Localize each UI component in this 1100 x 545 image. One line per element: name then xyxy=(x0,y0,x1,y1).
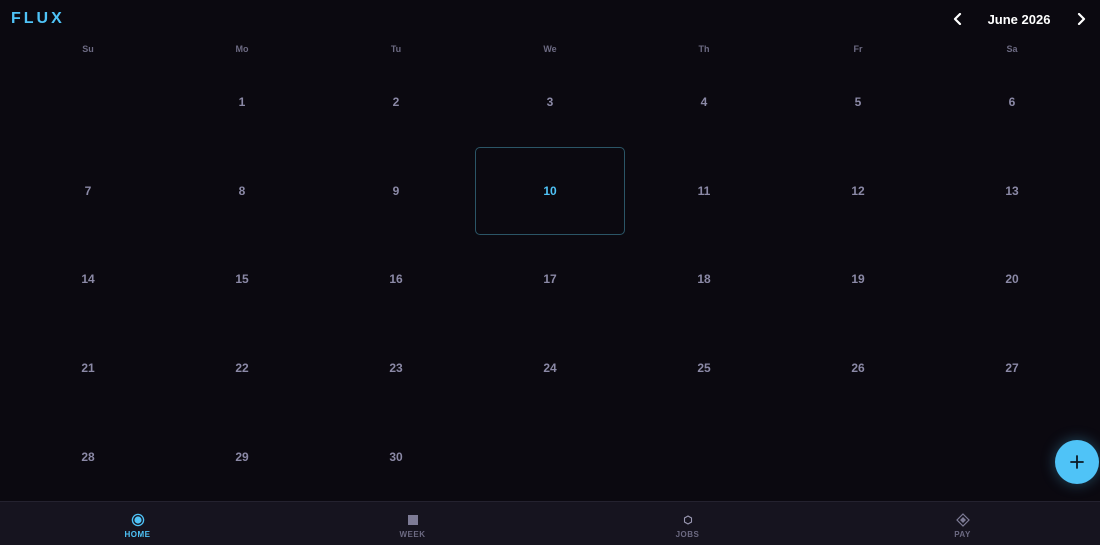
nav-label: WEEK xyxy=(399,530,426,539)
calendar-grid: 1 2 3 4 5 6 7 8 9 10 11 12 13 14 15 16 17 18 19 20 21 22 23 24 2… xyxy=(11,58,1089,501)
square-icon xyxy=(406,513,420,527)
day-number: 6 xyxy=(1008,95,1016,110)
day-number: 23 xyxy=(389,361,403,376)
day-cell[interactable]: 29 xyxy=(165,412,319,501)
nav-label: HOME xyxy=(124,530,151,539)
day-cell[interactable]: 3 xyxy=(473,58,627,147)
target-icon xyxy=(131,513,145,527)
day-number: 29 xyxy=(235,449,249,464)
day-number: 27 xyxy=(1005,361,1019,376)
empty-day-cell xyxy=(781,412,935,501)
day-cell[interactable]: 17 xyxy=(473,235,627,324)
chevron-left-icon xyxy=(953,13,961,25)
day-number: 14 xyxy=(81,272,95,287)
day-number: 13 xyxy=(1005,183,1019,198)
day-cell[interactable]: 16 xyxy=(319,235,473,324)
plus-icon xyxy=(1070,455,1084,469)
day-cell[interactable]: 5 xyxy=(781,58,935,147)
day-cell[interactable]: 8 xyxy=(165,147,319,236)
day-cell[interactable]: 15 xyxy=(165,235,319,324)
add-button[interactable] xyxy=(1055,440,1099,484)
prev-month-button[interactable] xyxy=(948,8,966,30)
chevron-right-icon xyxy=(1077,13,1085,25)
weekday-label: Fr xyxy=(853,44,863,54)
day-cell[interactable]: 12 xyxy=(781,147,935,236)
day-number: 28 xyxy=(81,449,95,464)
day-number: 26 xyxy=(851,361,865,376)
month-title: June 2026 xyxy=(987,11,1051,27)
weekday-label: We xyxy=(543,44,557,54)
calendar-app: FLUX June 2026 Su Mo Tu We Th Fr Sa 1234… xyxy=(0,0,1100,545)
day-cell[interactable]: 21 xyxy=(11,324,165,413)
weekday-label: Mo xyxy=(235,44,249,54)
day-number: 25 xyxy=(697,361,711,376)
day-number: 16 xyxy=(389,272,403,287)
day-cell[interactable]: 30 xyxy=(319,412,473,501)
bottom-navigation: HOME WEEK JOBS PAY xyxy=(0,501,1100,545)
day-number: 15 xyxy=(235,272,249,287)
day-number: 18 xyxy=(697,272,711,287)
day-cell[interactable]: 4 xyxy=(627,58,781,147)
day-number: 19 xyxy=(851,272,865,287)
next-month-button[interactable] xyxy=(1072,8,1090,30)
day-number: 2 xyxy=(392,95,400,110)
day-number: 20 xyxy=(1005,272,1019,287)
day-cell[interactable]: 2 xyxy=(319,58,473,147)
nav-week[interactable]: WEEK xyxy=(275,502,550,545)
day-number: 24 xyxy=(543,361,557,376)
day-number: 12 xyxy=(851,183,865,198)
weekday-header: Su Mo Tu We Th Fr Sa xyxy=(11,44,1089,54)
day-number: 1 xyxy=(238,95,246,110)
day-cell[interactable]: 27 xyxy=(935,324,1089,413)
weekday-label: Th xyxy=(698,44,710,54)
day-number: 30 xyxy=(389,449,403,464)
app-logo: FLUX xyxy=(11,10,65,27)
hexagon-icon xyxy=(681,513,695,527)
day-number: 8 xyxy=(238,183,246,198)
day-number: 11 xyxy=(697,183,711,198)
weekday-label: Sa xyxy=(1006,44,1018,54)
day-cell[interactable]: 28 xyxy=(11,412,165,501)
diamond-icon xyxy=(955,513,970,527)
day-cell[interactable]: 23 xyxy=(319,324,473,413)
empty-day-cell xyxy=(11,58,165,147)
day-number: 17 xyxy=(543,272,557,287)
weekday-label: Su xyxy=(82,44,94,54)
day-number: 4 xyxy=(700,95,708,110)
day-number: 7 xyxy=(84,183,92,198)
day-cell[interactable]: 14 xyxy=(11,235,165,324)
month-navigation: June 2026 xyxy=(948,8,1090,30)
day-number: 9 xyxy=(392,183,400,198)
day-cell[interactable]: 7 xyxy=(11,147,165,236)
day-cell[interactable]: 11 xyxy=(627,147,781,236)
day-cell[interactable]: 1 xyxy=(165,58,319,147)
day-cell[interactable]: 22 xyxy=(165,324,319,413)
nav-label: JOBS xyxy=(675,530,700,539)
day-cell[interactable]: 6 xyxy=(935,58,1089,147)
day-number: 22 xyxy=(235,361,249,376)
nav-label: PAY xyxy=(954,530,971,539)
day-number: 10 xyxy=(543,183,557,198)
day-cell[interactable]: 18 xyxy=(627,235,781,324)
empty-day-cell xyxy=(627,412,781,501)
day-cell[interactable]: 25 xyxy=(627,324,781,413)
nav-home[interactable]: HOME xyxy=(0,502,275,545)
day-cell[interactable]: 9 xyxy=(319,147,473,236)
weekday-label: Tu xyxy=(390,44,402,54)
empty-day-cell xyxy=(473,412,627,501)
day-cell[interactable]: 19 xyxy=(781,235,935,324)
day-number: 5 xyxy=(854,95,862,110)
today-cell[interactable]: 10 xyxy=(473,146,627,236)
day-cell[interactable]: 20 xyxy=(935,235,1089,324)
day-cell[interactable]: 24 xyxy=(473,324,627,413)
day-cell[interactable]: 26 xyxy=(781,324,935,413)
day-number: 21 xyxy=(81,361,95,376)
nav-jobs[interactable]: JOBS xyxy=(550,502,825,545)
day-cell[interactable]: 13 xyxy=(935,147,1089,236)
day-number: 3 xyxy=(546,95,554,110)
nav-pay[interactable]: PAY xyxy=(825,502,1100,545)
